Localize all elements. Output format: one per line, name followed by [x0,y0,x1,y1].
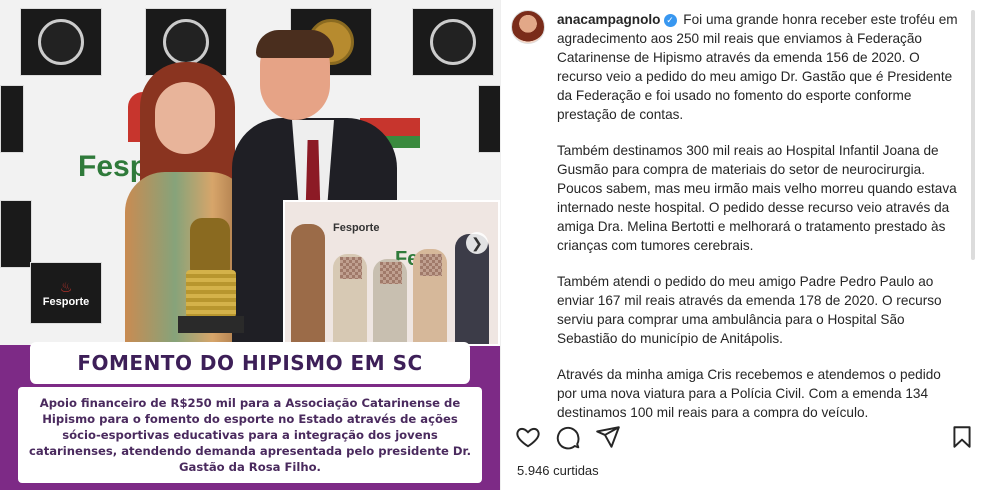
caption-paragraph-1: anacampagnolo ✓ Foi uma grande honra rece… [557,10,959,124]
caption-text: Apoio financeiro de R$250 mil para a Ass… [29,396,471,474]
caption-paragraph-4: Através da minha amiga Cris recebemos e … [557,367,941,418]
blurred-face [340,257,362,279]
comment-icon[interactable] [555,424,581,450]
fesporte-logo-text: Fesporte [42,295,90,308]
caption-box: Apoio financeiro de R$250 mil para a Ass… [18,387,482,483]
inset-fesporte-text: Fesporte [333,222,380,234]
blurred-face [380,262,402,284]
flame-icon: ♨ [59,278,73,295]
username-link[interactable]: anacampagnolo [557,12,661,27]
headline-text: FOMENTO DO HIPISMO EM SC [77,351,423,375]
bookmark-icon[interactable] [949,424,975,450]
inset-person [291,224,325,344]
caption-paragraph-2: Também destinamos 300 mil reais ao Hospi… [557,143,957,253]
post-caption-area[interactable]: anacampagnolo ✓ Foi uma grande honra rece… [511,8,959,418]
headline-banner: FOMENTO DO HIPISMO EM SC [30,342,470,384]
share-icon[interactable] [595,424,621,450]
federation-logo-tile [412,8,494,76]
trophy-image [178,218,244,333]
inset-photo: Fesporte Fes [283,200,500,346]
carousel-next-button[interactable]: ❯ [466,232,488,254]
post-caption: anacampagnolo ✓ Foi uma grande honra rece… [557,10,959,418]
caption-paragraph-3: Também atendi o pedido do meu amigo Padr… [557,274,942,346]
federation-logo-tile [20,8,102,76]
paragraph-text-1: Foi uma grande honra receber este troféu… [557,12,958,122]
sc-logo-tile [478,85,500,153]
heart-icon[interactable] [515,424,541,450]
blurred-face [420,254,442,276]
post-details-panel: anacampagnolo ✓ Foi uma grande honra rece… [500,0,984,490]
scrollbar[interactable] [971,10,975,260]
sc-logo-tile [0,85,24,153]
likes-count[interactable]: 5.946 curtidas [517,463,599,478]
post-image[interactable]: Fesporte ♨ Fesporte Fesporte Fes [0,0,500,490]
fesporte-logo-tile: ♨ Fesporte [30,262,102,324]
verified-badge-icon: ✓ [663,13,677,27]
avatar[interactable] [511,10,545,44]
action-bar [515,424,975,450]
federation-logo-tile [0,200,32,268]
